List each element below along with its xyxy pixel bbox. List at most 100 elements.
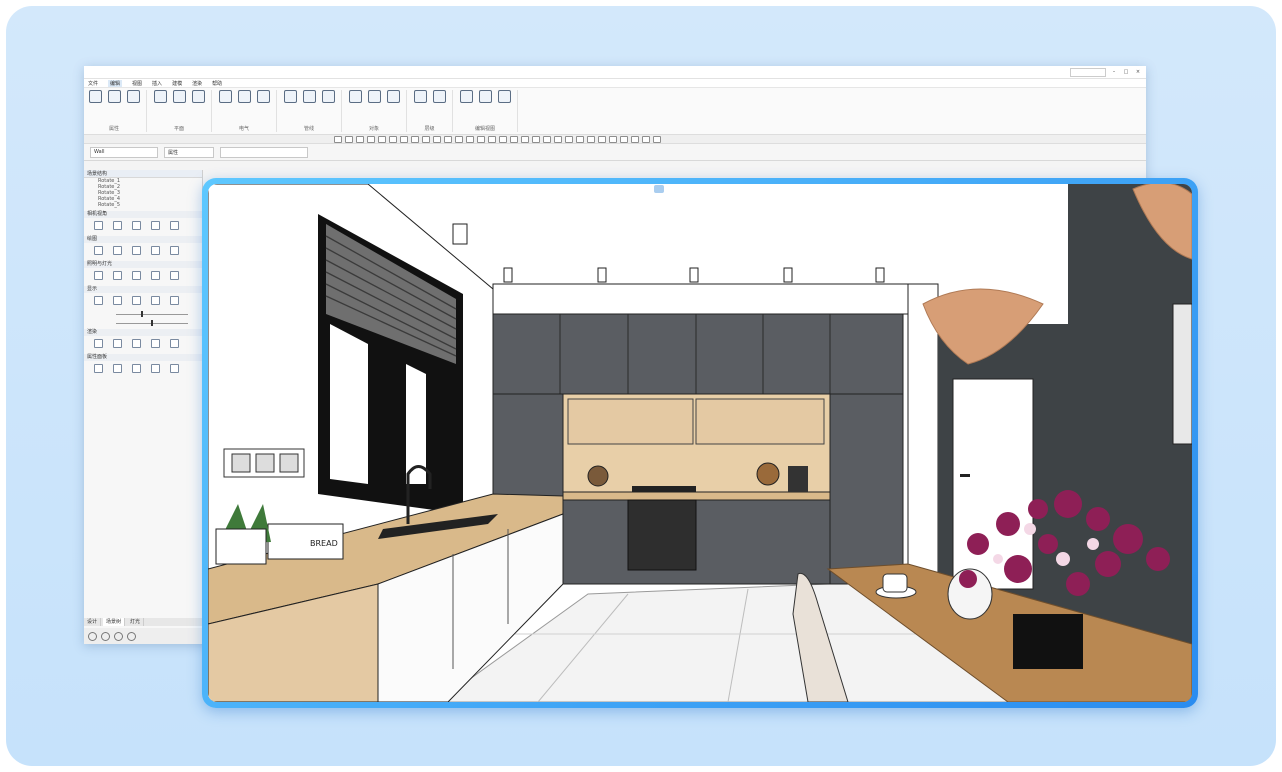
toolbar-icon[interactable] — [587, 135, 595, 143]
tool-icon[interactable] — [151, 339, 160, 348]
tool-icon[interactable] — [113, 271, 122, 280]
ribbon-button[interactable] — [153, 90, 167, 105]
sidebar-section-header[interactable]: 绘图 — [84, 236, 202, 243]
toolbar-icon[interactable] — [642, 135, 650, 143]
tool-icon[interactable] — [170, 339, 179, 348]
name-field[interactable] — [220, 146, 308, 158]
ribbon-button[interactable] — [302, 90, 316, 105]
sidebar-section-header[interactable]: 属性面板 — [84, 354, 202, 361]
status-icon[interactable] — [101, 631, 110, 641]
menu-item[interactable]: 插入 — [152, 80, 162, 87]
ribbon-button[interactable] — [367, 90, 381, 105]
ribbon-button[interactable] — [218, 90, 232, 105]
toolbar-icon[interactable] — [488, 135, 496, 143]
ribbon-button[interactable] — [172, 90, 186, 105]
toolbar-icon[interactable] — [455, 135, 463, 143]
toolbar-icon[interactable] — [356, 135, 364, 143]
sidebar-tab[interactable]: 灯光 — [127, 618, 145, 626]
ribbon-button[interactable] — [283, 90, 297, 105]
ribbon-button[interactable] — [88, 90, 102, 105]
tool-icon[interactable] — [113, 364, 122, 373]
status-icon[interactable] — [114, 631, 123, 641]
tool-icon[interactable] — [132, 271, 141, 280]
toolbar-icon[interactable] — [345, 135, 353, 143]
search-input[interactable] — [1070, 67, 1106, 77]
ribbon-button[interactable] — [432, 90, 446, 105]
tool-icon[interactable] — [170, 221, 179, 230]
ribbon-button[interactable] — [237, 90, 251, 105]
toolbar-icon[interactable] — [532, 135, 540, 143]
tool-icon[interactable] — [94, 246, 103, 255]
toolbar-icon[interactable] — [477, 135, 485, 143]
ribbon-button[interactable] — [126, 90, 140, 105]
tool-icon[interactable] — [94, 296, 103, 305]
minimize-icon[interactable]: – — [1110, 69, 1118, 75]
toolbar-icon[interactable] — [653, 135, 661, 143]
maximize-icon[interactable]: □ — [1122, 69, 1130, 75]
tool-icon[interactable] — [170, 246, 179, 255]
sidebar-tab[interactable]: 设计 — [84, 618, 102, 626]
slider-knob[interactable] — [140, 311, 143, 317]
toolbar-icon[interactable] — [543, 135, 551, 143]
object-type-field[interactable]: Wall — [90, 146, 158, 158]
tool-icon[interactable] — [132, 296, 141, 305]
menu-item[interactable]: 帮助 — [212, 80, 222, 87]
tool-icon[interactable] — [113, 246, 122, 255]
toolbar-icon[interactable] — [433, 135, 441, 143]
tool-icon[interactable] — [132, 364, 141, 373]
toolbar-icon[interactable] — [521, 135, 529, 143]
style-field[interactable]: 属性 — [164, 146, 214, 158]
close-icon[interactable]: × — [1134, 69, 1142, 75]
tool-icon[interactable] — [94, 364, 103, 373]
tool-icon[interactable] — [113, 221, 122, 230]
toolbar-icon[interactable] — [367, 135, 375, 143]
ribbon-button[interactable] — [256, 90, 270, 105]
menu-item[interactable]: 编辑 — [108, 79, 123, 87]
tool-icon[interactable] — [151, 271, 160, 280]
ribbon-button[interactable] — [497, 90, 511, 105]
sidebar-section-header[interactable]: 照明与灯光 — [84, 261, 202, 268]
toolbar-icon[interactable] — [554, 135, 562, 143]
3d-viewport[interactable]: BREAD — [208, 184, 1192, 702]
menu-item[interactable]: 建模 — [172, 80, 182, 87]
toolbar-icon[interactable] — [510, 135, 518, 143]
tree-item[interactable]: Rotate_5 — [84, 202, 202, 208]
toolbar-icon[interactable] — [565, 135, 573, 143]
tool-icon[interactable] — [132, 246, 141, 255]
tool-icon[interactable] — [113, 339, 122, 348]
toolbar-icon[interactable] — [499, 135, 507, 143]
tool-icon[interactable] — [94, 339, 103, 348]
slider[interactable] — [94, 320, 192, 326]
sidebar-section-header[interactable]: 显示 — [84, 286, 202, 293]
tool-icon[interactable] — [94, 221, 103, 230]
ribbon-button[interactable] — [478, 90, 492, 105]
tool-icon[interactable] — [151, 364, 160, 373]
ribbon-button[interactable] — [413, 90, 427, 105]
ribbon-button[interactable] — [107, 90, 121, 105]
toolbar-icon[interactable] — [389, 135, 397, 143]
slider[interactable] — [94, 311, 192, 317]
sidebar-tab[interactable]: 场景树 — [103, 618, 126, 626]
tool-icon[interactable] — [170, 296, 179, 305]
toolbar-icon[interactable] — [422, 135, 430, 143]
menu-item[interactable]: 渲染 — [192, 80, 202, 87]
ribbon-button[interactable] — [321, 90, 335, 105]
toolbar-icon[interactable] — [631, 135, 639, 143]
ribbon-button[interactable] — [459, 90, 473, 105]
ribbon-button[interactable] — [191, 90, 205, 105]
status-icon[interactable] — [88, 631, 97, 641]
toolbar-icon[interactable] — [609, 135, 617, 143]
tool-icon[interactable] — [151, 296, 160, 305]
tool-icon[interactable] — [113, 296, 122, 305]
status-icon[interactable] — [127, 631, 136, 641]
toolbar-icon[interactable] — [620, 135, 628, 143]
sidebar-section-header[interactable]: 相机视角 — [84, 211, 202, 218]
toolbar-icon[interactable] — [378, 135, 386, 143]
toolbar-icon[interactable] — [576, 135, 584, 143]
tool-icon[interactable] — [151, 221, 160, 230]
toolbar-icon[interactable] — [444, 135, 452, 143]
tool-icon[interactable] — [170, 271, 179, 280]
toolbar-icon[interactable] — [400, 135, 408, 143]
toolbar-icon[interactable] — [466, 135, 474, 143]
toolbar-icon[interactable] — [411, 135, 419, 143]
